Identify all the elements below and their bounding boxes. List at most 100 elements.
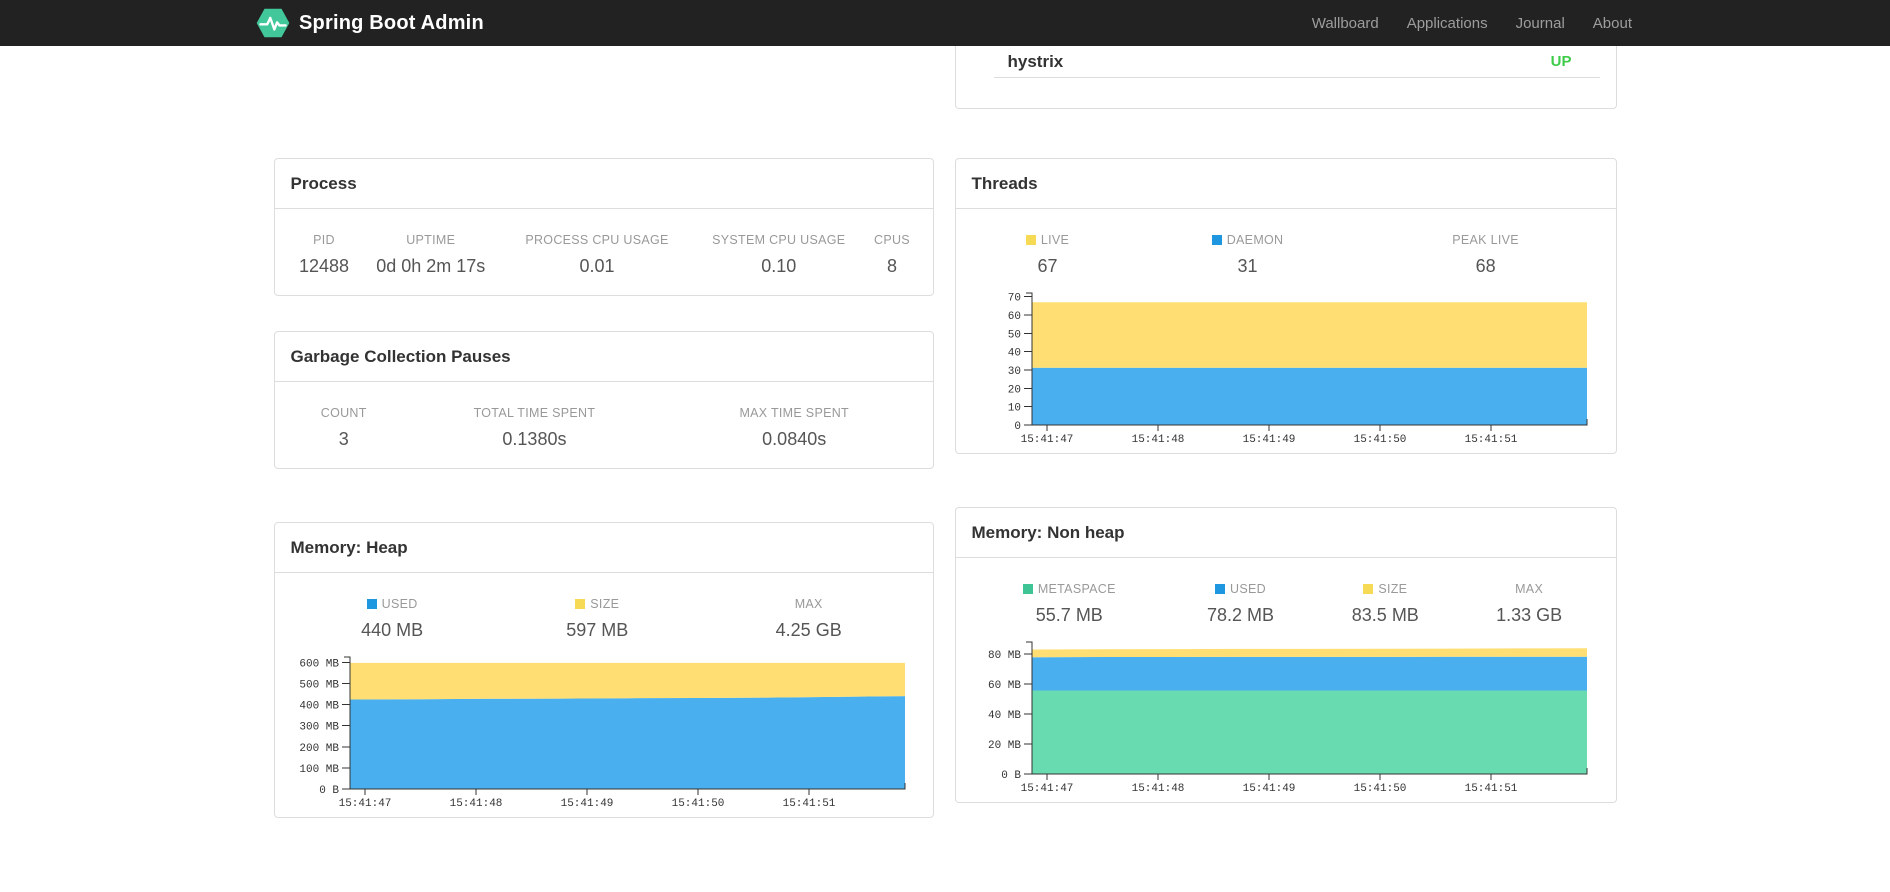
y-tick-label: 0 B	[1001, 770, 1021, 782]
metric-label-cpus: CPUS	[874, 233, 910, 247]
memory-nonheap-card: Memory: Non heap METASPACE USED SIZE MAX 55.…	[954, 507, 1617, 803]
area-series-used	[349, 696, 905, 789]
nav-link-about[interactable]: About	[1579, 15, 1634, 32]
y-tick-label: 400 MB	[299, 701, 339, 713]
nav-links: Wallboard Applications Journal About	[1298, 15, 1634, 32]
x-tick-label: 15:41:47	[1020, 434, 1073, 445]
nav-item-about: About	[1579, 15, 1634, 32]
metrics-value-row: 3 0.1380s 0.0840s	[290, 423, 918, 460]
nav-item-wallboard: Wallboard	[1298, 15, 1393, 32]
x-tick-label: 15:41:49	[1242, 783, 1295, 794]
process-card: Process PID UPTIME PROCESS CPU USAGE SYSTEM…	[273, 158, 934, 296]
y-tick-label: 40 MB	[987, 710, 1020, 722]
metric-label-size: SIZE	[495, 593, 700, 614]
metrics-value-row: 440 MB 597 MB 4.25 GB	[290, 614, 918, 651]
x-tick-label: 15:41:50	[1353, 434, 1406, 445]
threads-card-body: LIVE DAEMON PEAK LIVE 67 31 68 0 10 20 30 40 50 60 7…	[956, 209, 1616, 453]
brand-link[interactable]: Spring Boot Admin	[256, 8, 484, 38]
area-series-daemon	[1031, 367, 1587, 425]
metric-label-max: MAX	[794, 597, 823, 611]
legend-swatch-icon	[1363, 584, 1374, 594]
y-tick-label: 70	[1007, 293, 1020, 305]
nav-link-applications[interactable]: Applications	[1393, 15, 1502, 32]
gc-card-body: COUNT TOTAL TIME SPENT MAX TIME SPENT 3 0.13…	[275, 382, 933, 468]
metric-value-process-cpu-usage: 0.01	[579, 256, 615, 276]
y-tick-label: 300 MB	[299, 722, 339, 734]
metric-label-max-time-spent: MAX TIME SPENT	[739, 406, 849, 420]
metrics-label-row: METASPACE USED SIZE MAX	[971, 578, 1601, 599]
metric-value-total-time-spent: 0.1380s	[502, 429, 567, 449]
memory-heap-card-body: USED SIZE MAX 440 MB 597 MB 4.25 GB 0 B 100 MB…	[275, 573, 933, 817]
nav-item-journal: Journal	[1502, 15, 1579, 32]
metric-label-size: SIZE	[1313, 578, 1458, 599]
y-tick-label: 600 MB	[299, 658, 339, 670]
metric-label-count: COUNT	[320, 406, 367, 420]
y-tick-label: 10	[1007, 403, 1020, 415]
metric-value-count: 3	[338, 429, 349, 449]
memory-nonheap-metrics-table: METASPACE USED SIZE MAX 55.7 MB 78.2 MB 83.5 M…	[971, 578, 1601, 636]
x-tick-label: 15:41:51	[1464, 434, 1517, 445]
left-column: Process PID UPTIME PROCESS CPU USAGE SYSTEM…	[273, 46, 934, 818]
legend-swatch-icon	[1215, 584, 1226, 594]
y-tick-label: 60 MB	[987, 680, 1020, 692]
x-tick-label: 15:41:51	[782, 798, 835, 809]
legend-swatch-icon	[575, 599, 586, 609]
legend-swatch-icon	[1211, 235, 1222, 245]
metric-value-metaspace: 55.7 MB	[1035, 605, 1103, 625]
x-tick-label: 15:41:47	[1020, 783, 1073, 794]
metric-value-daemon: 31	[1237, 256, 1258, 276]
gc-card-title: Garbage Collection Pauses	[274, 332, 933, 382]
threads-card-title: Threads	[955, 159, 1616, 209]
metric-label-metaspace: METASPACE	[971, 578, 1169, 599]
area-series-live	[1031, 302, 1587, 368]
y-tick-label: 30	[1007, 366, 1020, 378]
metric-value-live: 67	[1037, 256, 1058, 276]
x-tick-label: 15:41:48	[1131, 434, 1184, 445]
memory-heap-card: Memory: Heap USED SIZE MAX 440 MB 597 MB 4.25…	[273, 522, 934, 818]
gc-metrics-table: COUNT TOTAL TIME SPENT MAX TIME SPENT 3 0.13…	[290, 402, 918, 460]
x-tick-label: 15:41:51	[1464, 783, 1517, 794]
nav-link-wallboard[interactable]: Wallboard	[1298, 15, 1393, 32]
gc-card: Garbage Collection Pauses COUNT TOTAL TIM…	[273, 331, 934, 469]
right-column: hystrix UP Threads LIVE DAEMON PEAK LIVE 67…	[954, 46, 1617, 818]
memory-nonheap-card-body: METASPACE USED SIZE MAX 55.7 MB 78.2 MB 83.5 M…	[956, 558, 1616, 802]
x-tick-label: 15:41:48	[449, 798, 502, 809]
metric-value-max-time-spent: 0.0840s	[762, 429, 827, 449]
metric-value-used: 78.2 MB	[1206, 605, 1275, 625]
metrics-value-row: 67 31 68	[971, 250, 1601, 287]
application-row[interactable]: hystrix UP	[993, 46, 1600, 78]
brand-title: Spring Boot Admin	[299, 11, 484, 34]
metric-label-process-cpu-usage: PROCESS CPU USAGE	[525, 233, 669, 247]
metrics-value-row: 55.7 MB 78.2 MB 83.5 MB 1.33 GB	[971, 599, 1601, 636]
nav-link-journal[interactable]: Journal	[1502, 15, 1579, 32]
memory-nonheap-card-title: Memory: Non heap	[955, 508, 1616, 558]
y-tick-label: 0 B	[319, 785, 339, 797]
x-tick-label: 15:41:49	[560, 798, 613, 809]
metric-label-uptime: UPTIME	[406, 233, 456, 247]
y-tick-label: 80 MB	[987, 650, 1020, 662]
metrics-label-row: COUNT TOTAL TIME SPENT MAX TIME SPENT	[290, 402, 918, 423]
threads-chart: 0 10 20 30 40 50 60 70 15:41:47 15:41:48 15:41:49 1…	[1007, 292, 1587, 445]
x-tick-label: 15:41:50	[671, 798, 724, 809]
metric-value-uptime: 0d 0h 2m 17s	[376, 256, 486, 276]
brand-logo-icon	[256, 8, 290, 38]
metric-label-live: LIVE	[971, 229, 1125, 250]
metric-value-system-cpu-usage: 0.10	[761, 256, 797, 276]
y-tick-label: 50	[1007, 329, 1020, 341]
memory-heap-metrics-table: USED SIZE MAX 440 MB 597 MB 4.25 GB	[290, 593, 918, 651]
metric-value-max: 4.25 GB	[775, 620, 842, 640]
metrics-label-row: PID UPTIME PROCESS CPU USAGE SYSTEM CPU USA…	[290, 229, 918, 250]
application-status-badge: UP	[1550, 53, 1572, 70]
metric-label-used: USED	[1168, 578, 1313, 599]
threads-metrics-table: LIVE DAEMON PEAK LIVE 67 31 68	[971, 229, 1601, 287]
metric-label-total-time-spent: TOTAL TIME SPENT	[473, 406, 596, 420]
application-status-card: hystrix UP	[954, 46, 1617, 109]
metric-value-size: 597 MB	[566, 620, 629, 640]
metrics-label-row: USED SIZE MAX	[290, 593, 918, 614]
metric-value-peak-live: 68	[1475, 256, 1496, 276]
metrics-value-row: 12488 0d 0h 2m 17s 0.01 0.10 8	[290, 250, 918, 287]
x-tick-label: 15:41:48	[1131, 783, 1184, 794]
process-metrics-table: PID UPTIME PROCESS CPU USAGE SYSTEM CPU USA…	[290, 229, 918, 287]
y-tick-label: 20 MB	[987, 740, 1020, 752]
application-name[interactable]: hystrix	[994, 52, 1064, 72]
